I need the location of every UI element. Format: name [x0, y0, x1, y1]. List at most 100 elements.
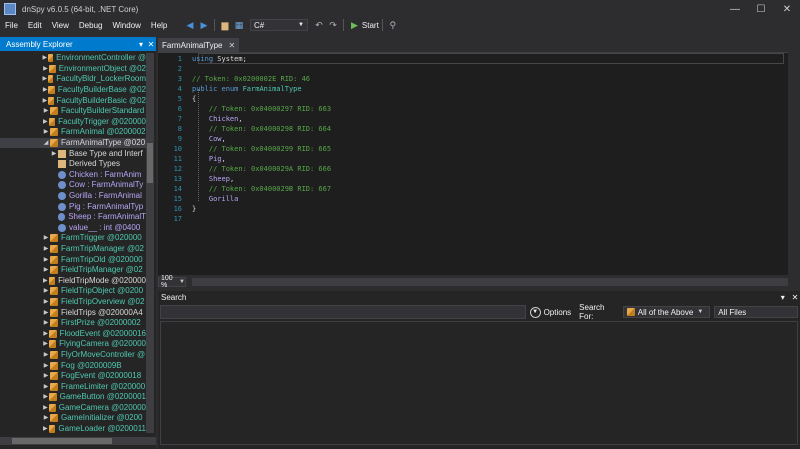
tree-item[interactable]: ▶ EnvironmentController @ — [0, 53, 146, 64]
tree-item[interactable]: ▶ FieldTripObject @0200 — [0, 286, 146, 297]
tree-item[interactable]: ▶ Fog @0200009B — [0, 360, 146, 371]
panel-dropdown-icon[interactable]: ▾ — [136, 40, 146, 49]
start-button[interactable]: ▶ Start — [351, 20, 379, 31]
collapsed-arrow-icon[interactable]: ▶ — [42, 53, 48, 63]
search-for-select[interactable]: All of the Above ▼ — [622, 306, 711, 318]
tree-item[interactable]: ▶ FlyOrMoveController @ — [0, 350, 146, 361]
tree-item[interactable]: ▶ FieldTrips @020000A4 — [0, 307, 146, 318]
tree-item[interactable]: ▶ FirstPrize @02000002 — [0, 318, 146, 329]
panel-dropdown-icon[interactable]: ▾ — [778, 293, 788, 302]
search-icon[interactable]: ⚲ — [386, 18, 400, 32]
collapsed-arrow-icon[interactable]: ▶ — [42, 255, 50, 265]
tree-item[interactable]: ▶ GameCamera @020000 — [0, 403, 146, 414]
tree-item[interactable]: Chicken : FarmAnim — [0, 170, 146, 181]
tree-item[interactable]: ▶ FarmAnimal @0200002 — [0, 127, 146, 138]
collapsed-arrow-icon[interactable]: ▶ — [42, 127, 50, 137]
tree-item[interactable]: ▶ GameLoader @0200011 — [0, 424, 146, 433]
tree-item[interactable]: ▶ FarmTripOld @020000 — [0, 254, 146, 265]
collapsed-arrow-icon[interactable]: ▶ — [42, 413, 50, 423]
panel-close-icon[interactable]: ✕ — [790, 293, 800, 302]
collapsed-arrow-icon[interactable]: ▶ — [42, 297, 50, 307]
tree-vertical-scrollbar[interactable] — [146, 53, 154, 433]
navigate-back-icon[interactable]: ◀ — [183, 18, 197, 32]
navigate-forward-icon[interactable]: ▶ — [197, 18, 211, 32]
tree-item[interactable]: Derived Types — [0, 159, 146, 170]
open-list-icon[interactable]: ▦ — [232, 18, 246, 32]
collapsed-arrow-icon[interactable]: ▶ — [42, 106, 50, 116]
search-input[interactable] — [160, 305, 526, 319]
menu-debug[interactable]: Debug — [74, 21, 108, 30]
tree-item[interactable]: ▶ FarmTripManager @02 — [0, 244, 146, 255]
maximize-button[interactable]: ☐ — [748, 0, 774, 18]
tree-item[interactable]: ▶ FieldTripMode @020000 — [0, 275, 146, 286]
tree-item[interactable]: ▶ EnvironmentObject @02 — [0, 64, 146, 75]
tree-item[interactable]: Gorilla : FarmAnimal — [0, 191, 146, 202]
collapsed-arrow-icon[interactable]: ▶ — [42, 276, 49, 286]
language-select[interactable]: C# ▼ — [250, 19, 308, 31]
search-results-list[interactable] — [160, 321, 798, 445]
tab-close-icon[interactable]: ✕ — [228, 41, 235, 50]
collapsed-arrow-icon[interactable]: ▶ — [42, 64, 49, 74]
tree-item[interactable]: ▶ FrameLimiter @020000 — [0, 381, 146, 392]
tree-item[interactable]: ◢ FarmAnimalType @020 — [0, 137, 146, 149]
menu-file[interactable]: File — [0, 21, 23, 30]
editor-horizontal-scrollbar[interactable] — [192, 278, 788, 286]
tree-item[interactable]: ▶ FlyingCamera @020000 — [0, 339, 146, 350]
tree-item[interactable]: value__ : int @0400 — [0, 223, 146, 234]
collapsed-arrow-icon[interactable]: ▶ — [42, 96, 48, 106]
collapsed-arrow-icon[interactable]: ▶ — [42, 339, 49, 349]
collapsed-arrow-icon[interactable]: ▶ — [42, 382, 50, 392]
editor-vertical-scrollbar[interactable] — [788, 53, 800, 275]
tree-item[interactable]: ▶ FieldTripOverview @02 — [0, 297, 146, 308]
menu-edit[interactable]: Edit — [23, 21, 47, 30]
collapsed-arrow-icon[interactable]: ▶ — [42, 318, 50, 328]
collapsed-arrow-icon[interactable]: ▶ — [42, 329, 49, 339]
open-folder-icon[interactable]: ▆ — [218, 18, 232, 32]
tree-item[interactable]: ▶ FacultyBuilderBasic @02 — [0, 95, 146, 106]
collapsed-arrow-icon[interactable]: ▶ — [42, 74, 48, 84]
collapsed-arrow-icon[interactable]: ▶ — [42, 392, 49, 402]
undo-icon[interactable]: ↶ — [312, 18, 326, 32]
tree-item[interactable]: ▶ FarmTrigger @020000 — [0, 233, 146, 244]
scope-select[interactable]: All Files — [714, 306, 799, 318]
collapsed-arrow-icon[interactable]: ▶ — [42, 117, 49, 127]
collapsed-arrow-icon[interactable]: ▶ — [42, 244, 50, 254]
collapsed-arrow-icon[interactable]: ▶ — [42, 265, 50, 275]
collapsed-arrow-icon[interactable]: ▶ — [42, 424, 49, 433]
code-editor[interactable]: 1 using System; 2 3 // Token: 0x0200002E RID… — [158, 53, 788, 275]
collapsed-arrow-icon[interactable]: ▶ — [42, 403, 49, 413]
panel-close-icon[interactable]: ✕ — [146, 40, 156, 49]
options-button[interactable]: ▼ Options — [529, 306, 571, 318]
tree-item[interactable]: ▶ FacultyBldr_LockerRoom — [0, 74, 146, 85]
menu-window[interactable]: Window — [107, 21, 145, 30]
collapsed-arrow-icon[interactable]: ▶ — [42, 308, 50, 318]
tree-item[interactable]: ▶ FacultyBuilderBase @02 — [0, 85, 146, 96]
scrollbar-thumb[interactable] — [147, 143, 153, 183]
menu-help[interactable]: Help — [146, 21, 172, 30]
collapsed-arrow-icon[interactable]: ▶ — [42, 361, 50, 371]
tree-item[interactable]: ▶ Base Type and Interf — [0, 148, 146, 159]
tree-item[interactable]: ▶ GameButton @0200001 — [0, 392, 146, 403]
tree-item[interactable]: Pig : FarmAnimalTyp — [0, 201, 146, 212]
collapsed-arrow-icon[interactable]: ▶ — [42, 233, 50, 243]
redo-icon[interactable]: ↷ — [326, 18, 340, 32]
minimize-button[interactable]: — — [722, 0, 748, 18]
collapsed-arrow-icon[interactable]: ▶ — [42, 371, 50, 381]
tree-item[interactable]: ▶ FieldTripManager @02 — [0, 265, 146, 276]
tree-item[interactable]: ▶ FloodEvent @02000016 — [0, 328, 146, 339]
collapsed-arrow-icon[interactable]: ▶ — [42, 286, 50, 296]
menu-view[interactable]: View — [47, 21, 74, 30]
scrollbar-thumb[interactable] — [12, 438, 112, 444]
tree-horizontal-scrollbar[interactable] — [0, 437, 156, 445]
tree-item[interactable]: ▶ FacultyBuilderStandard — [0, 106, 146, 117]
tree-item[interactable]: ▶ FogEvent @02000018 — [0, 371, 146, 382]
zoom-select[interactable]: 100 % ▼ — [158, 275, 186, 289]
collapsed-arrow-icon[interactable]: ▶ — [42, 350, 50, 360]
tab-farmanimaltype[interactable]: FarmAnimalType ✕ — [158, 38, 240, 52]
tree-item[interactable]: Sheep : FarmAnimalT — [0, 212, 146, 223]
tree-item[interactable]: ▶ FacultyTrigger @020000 — [0, 117, 146, 128]
close-button[interactable]: ✕ — [774, 0, 800, 18]
tree-item[interactable]: Cow : FarmAnimalTy — [0, 180, 146, 191]
expanded-arrow-icon[interactable]: ◢ — [42, 138, 50, 148]
collapsed-arrow-icon[interactable]: ▶ — [50, 149, 58, 159]
